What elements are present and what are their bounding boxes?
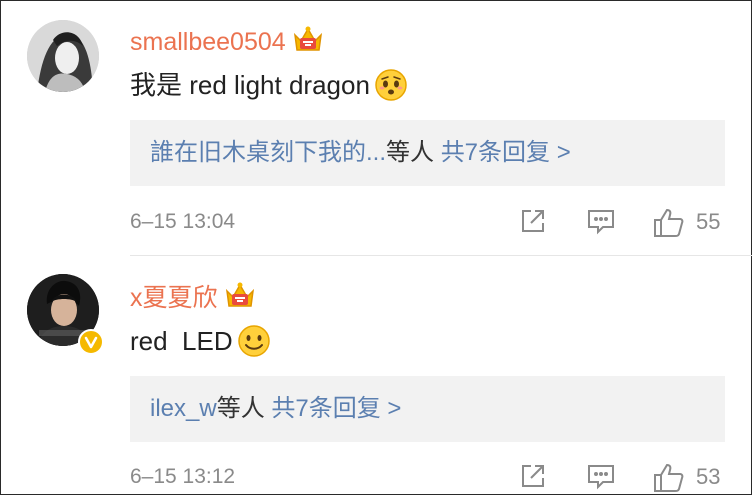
like-count: 55 (696, 209, 721, 234)
comment-icon[interactable] (586, 462, 616, 499)
reply-preview-text[interactable]: ilex_w (150, 395, 217, 422)
username[interactable]: x夏夏欣 (130, 281, 256, 316)
reply-count-link[interactable]: 共7条回复 > (441, 139, 571, 166)
comment-item: x夏夏欣 red LED ilex_w等人 共7条回复 > 6–15 13:12 (0, 256, 752, 495)
comment-meta: 6–15 13:12 53 (130, 462, 752, 492)
timestamp: 6–15 13:12 (130, 465, 236, 488)
smile-face-emoji (237, 324, 271, 366)
comment-item: smallbee0504 我是 red light dragon 誰在旧木桌刻下… (0, 0, 752, 256)
like-count: 53 (696, 464, 721, 489)
comment-text: red LED (130, 324, 271, 366)
replies-preview[interactable]: ilex_w等人 共7条回复 > (130, 376, 725, 442)
verified-badge-icon (78, 329, 104, 355)
reply-others-text: 等人 (386, 139, 435, 166)
share-icon[interactable] (519, 462, 547, 499)
avatar[interactable] (27, 20, 99, 92)
reply-others-text: 等人 (216, 395, 265, 422)
worried-face-emoji (374, 68, 408, 110)
replies-preview[interactable]: 誰在旧木桌刻下我的...等人 共7条回复 > (130, 120, 725, 186)
share-icon[interactable] (519, 207, 547, 244)
comment-icon[interactable] (586, 207, 616, 244)
crown-icon (292, 25, 324, 60)
reply-preview-text[interactable]: 誰在旧木桌刻下我的... (150, 139, 386, 166)
reply-count-link[interactable]: 共7条回复 > (271, 395, 401, 422)
like-icon[interactable] (652, 462, 686, 503)
crown-icon (224, 281, 256, 316)
like-icon[interactable] (652, 207, 686, 248)
comment-meta: 6–15 13:04 55 (130, 207, 752, 237)
username[interactable]: smallbee0504 (130, 25, 324, 60)
comment-text: 我是 red light dragon (130, 68, 408, 110)
timestamp: 6–15 13:04 (130, 210, 236, 233)
